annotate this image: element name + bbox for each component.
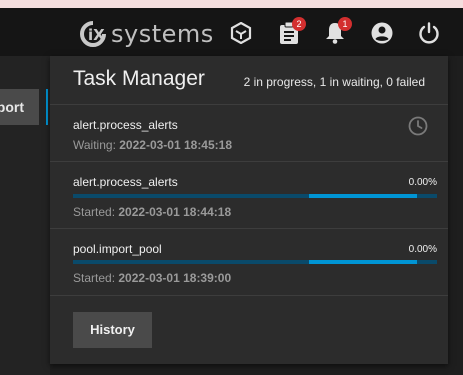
task-row[interactable]: alert.process_alerts Waiting: 2022-03-01… <box>50 105 448 162</box>
task-summary: 2 in progress, 1 in waiting, 0 failed <box>243 75 425 89</box>
alert-count-badge: 1 <box>338 17 352 31</box>
task-name: pool.import_pool <box>73 242 162 256</box>
task-name: alert.process_alerts <box>73 118 178 132</box>
task-status: Started: 2022-03-01 18:39:00 <box>73 271 231 285</box>
task-manager-button[interactable]: 2 <box>276 17 306 46</box>
truecommand-button[interactable] <box>228 20 254 46</box>
progress-indicator <box>309 260 417 264</box>
truecommand-icon <box>230 22 252 44</box>
svg-text:iX: iX <box>88 26 105 44</box>
account-circle-icon <box>371 22 393 44</box>
ix-logo-mark-icon: iX <box>80 21 106 47</box>
status-time: 2022-03-01 18:45:18 <box>119 138 233 152</box>
import-button[interactable]: port <box>0 89 39 125</box>
status-label: Started: <box>73 271 116 285</box>
power-button[interactable] <box>416 20 442 46</box>
logo-text: systems <box>111 20 214 48</box>
status-time: 2022-03-01 18:39:00 <box>118 271 232 285</box>
task-percent: 0.00% <box>408 177 437 188</box>
top-toolbar: iX systems 2 1 <box>0 8 463 56</box>
top-strip <box>0 0 463 8</box>
task-manager-panel: Task Manager 2 in progress, 1 in waiting… <box>50 56 448 364</box>
import-button-label: port <box>0 99 24 115</box>
task-status: Waiting: 2022-03-01 18:45:18 <box>73 138 232 152</box>
progress-indicator <box>309 194 417 198</box>
accent-divider <box>46 89 48 125</box>
task-name: alert.process_alerts <box>73 175 178 189</box>
user-menu-button[interactable] <box>369 20 395 46</box>
task-progress-bar <box>73 260 437 264</box>
power-icon <box>419 22 439 44</box>
status-label: Waiting: <box>73 138 116 152</box>
alerts-button[interactable]: 1 <box>322 17 352 46</box>
ixsystems-logo[interactable]: iX systems <box>78 20 214 48</box>
clock-icon <box>408 116 428 136</box>
status-label: Started: <box>73 205 116 219</box>
task-row[interactable]: pool.import_pool 0.00% Started: 2022-03-… <box>50 229 448 296</box>
history-button[interactable]: History <box>73 312 152 348</box>
task-percent: 0.00% <box>408 244 437 255</box>
task-progress-bar <box>73 194 437 198</box>
status-time: 2022-03-01 18:44:18 <box>118 205 232 219</box>
task-row[interactable]: alert.process_alerts 0.00% Started: 2022… <box>50 162 448 229</box>
panel-title: Task Manager <box>73 67 205 90</box>
task-count-badge: 2 <box>292 17 306 31</box>
panel-header: Task Manager 2 in progress, 1 in waiting… <box>50 56 448 105</box>
task-status: Started: 2022-03-01 18:44:18 <box>73 205 231 219</box>
